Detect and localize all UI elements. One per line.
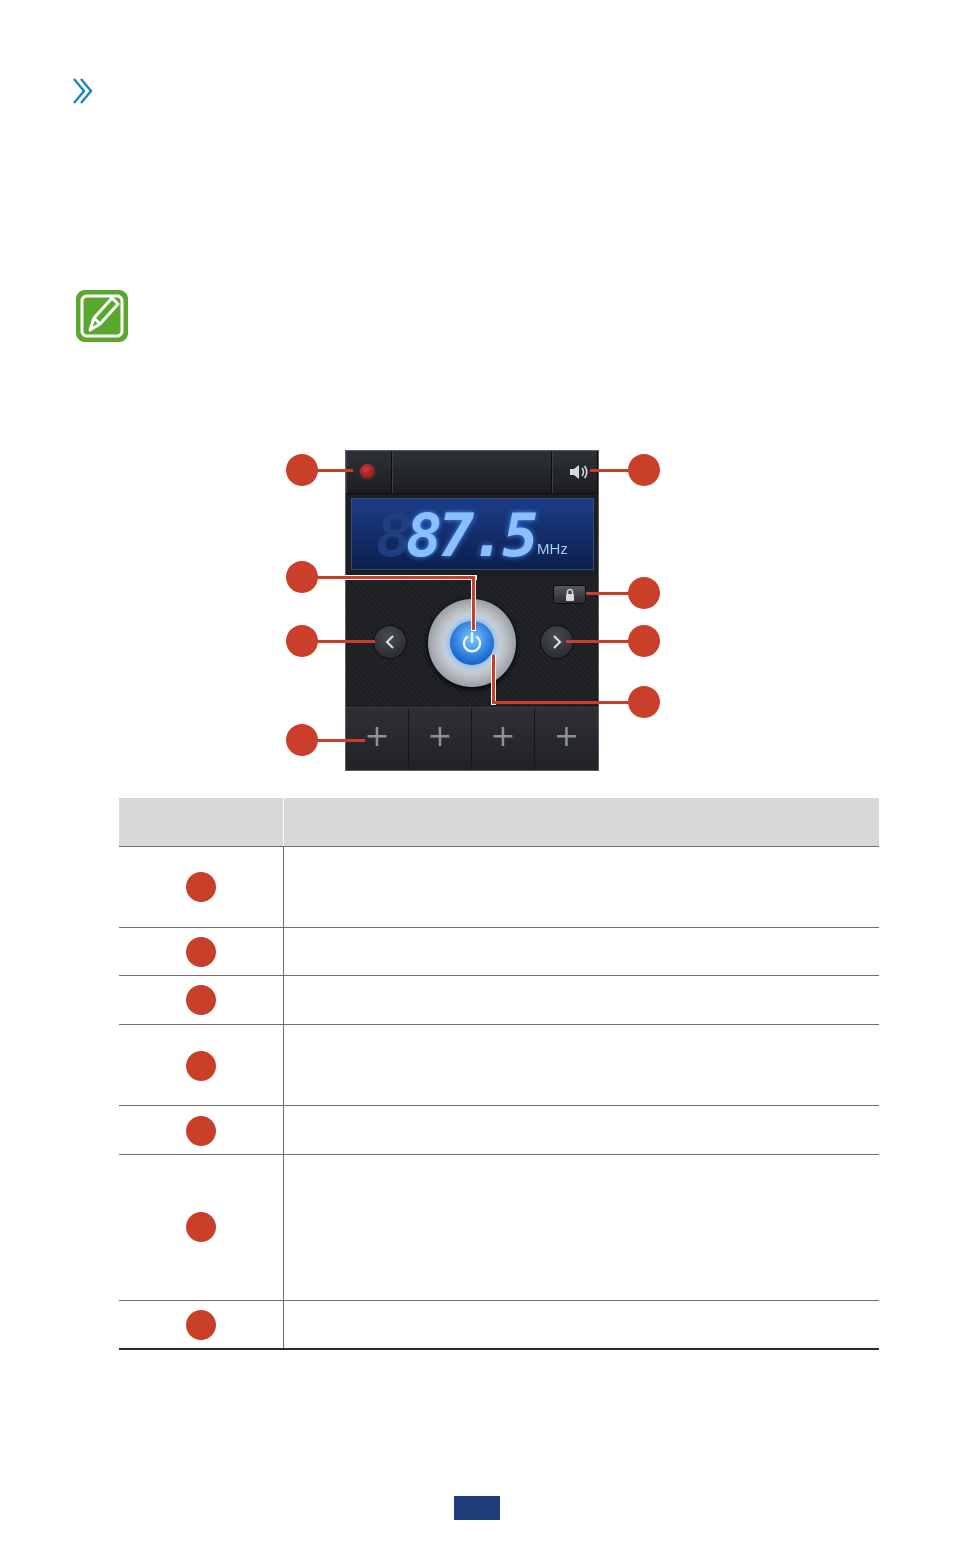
callout-line (590, 469, 630, 472)
lock-button[interactable] (553, 585, 586, 604)
number-marker (186, 1212, 216, 1242)
callout-line (315, 469, 353, 472)
callout-line (315, 640, 375, 643)
table-row (119, 927, 879, 975)
callout-line (472, 576, 475, 630)
add-icon: + (427, 719, 453, 754)
number-marker (186, 937, 216, 967)
table-row (119, 1105, 879, 1154)
number-marker (186, 872, 216, 902)
callout-line (315, 576, 475, 579)
table-row (119, 1300, 879, 1349)
callout-marker (628, 577, 660, 609)
callout-marker (628, 454, 660, 486)
header-divider (283, 798, 284, 847)
preset-bar: + + + + (346, 707, 598, 770)
column-divider (283, 1106, 284, 1154)
page-number-tab (454, 1496, 500, 1520)
column-divider (283, 1301, 284, 1349)
column-divider (283, 976, 284, 1024)
column-divider (283, 1025, 284, 1105)
note-pencil-icon (76, 290, 128, 342)
table-header (119, 798, 879, 847)
add-icon: + (490, 719, 516, 754)
callout-line (566, 640, 630, 643)
callout-marker (628, 625, 660, 657)
callout-marker (628, 686, 660, 718)
prev-station-button[interactable] (373, 625, 407, 659)
callout-marker (286, 625, 318, 657)
preset-slot-3[interactable]: + (472, 708, 535, 770)
lock-icon (566, 588, 574, 601)
chevron-right-icon (553, 635, 562, 649)
chevron-left-icon (385, 635, 394, 649)
column-divider (283, 928, 284, 975)
callout-marker (286, 561, 318, 593)
table-bottom-rule (119, 1348, 879, 1350)
number-marker (186, 1116, 216, 1146)
frequency-display: 88 87.5 MHz (351, 498, 594, 571)
column-divider (283, 1155, 284, 1300)
callout-line (492, 701, 630, 704)
callout-line (586, 592, 630, 595)
station-name-area (392, 451, 552, 493)
table-row (119, 1154, 879, 1300)
chevron-right-icon (73, 78, 93, 104)
preset-slot-4[interactable]: + (535, 708, 598, 770)
number-marker (186, 985, 216, 1015)
callout-line (492, 655, 495, 704)
table-row (119, 975, 879, 1024)
callout-line (315, 739, 365, 742)
frequency-value: 87.5 (406, 501, 538, 571)
number-marker (186, 1051, 216, 1081)
table-row (119, 1024, 879, 1105)
power-icon (462, 632, 482, 653)
table-row (119, 846, 879, 927)
callout-marker (286, 724, 318, 756)
record-icon[interactable] (360, 464, 375, 479)
callout-marker (286, 454, 318, 486)
radio-top-bar (346, 451, 598, 494)
frequency-unit: MHz (537, 541, 568, 558)
speaker-icon[interactable] (568, 463, 590, 481)
number-marker (186, 1310, 216, 1340)
column-divider (283, 847, 284, 927)
preset-slot-2[interactable]: + (409, 708, 472, 770)
add-icon: + (364, 719, 390, 754)
add-icon: + (553, 719, 580, 754)
